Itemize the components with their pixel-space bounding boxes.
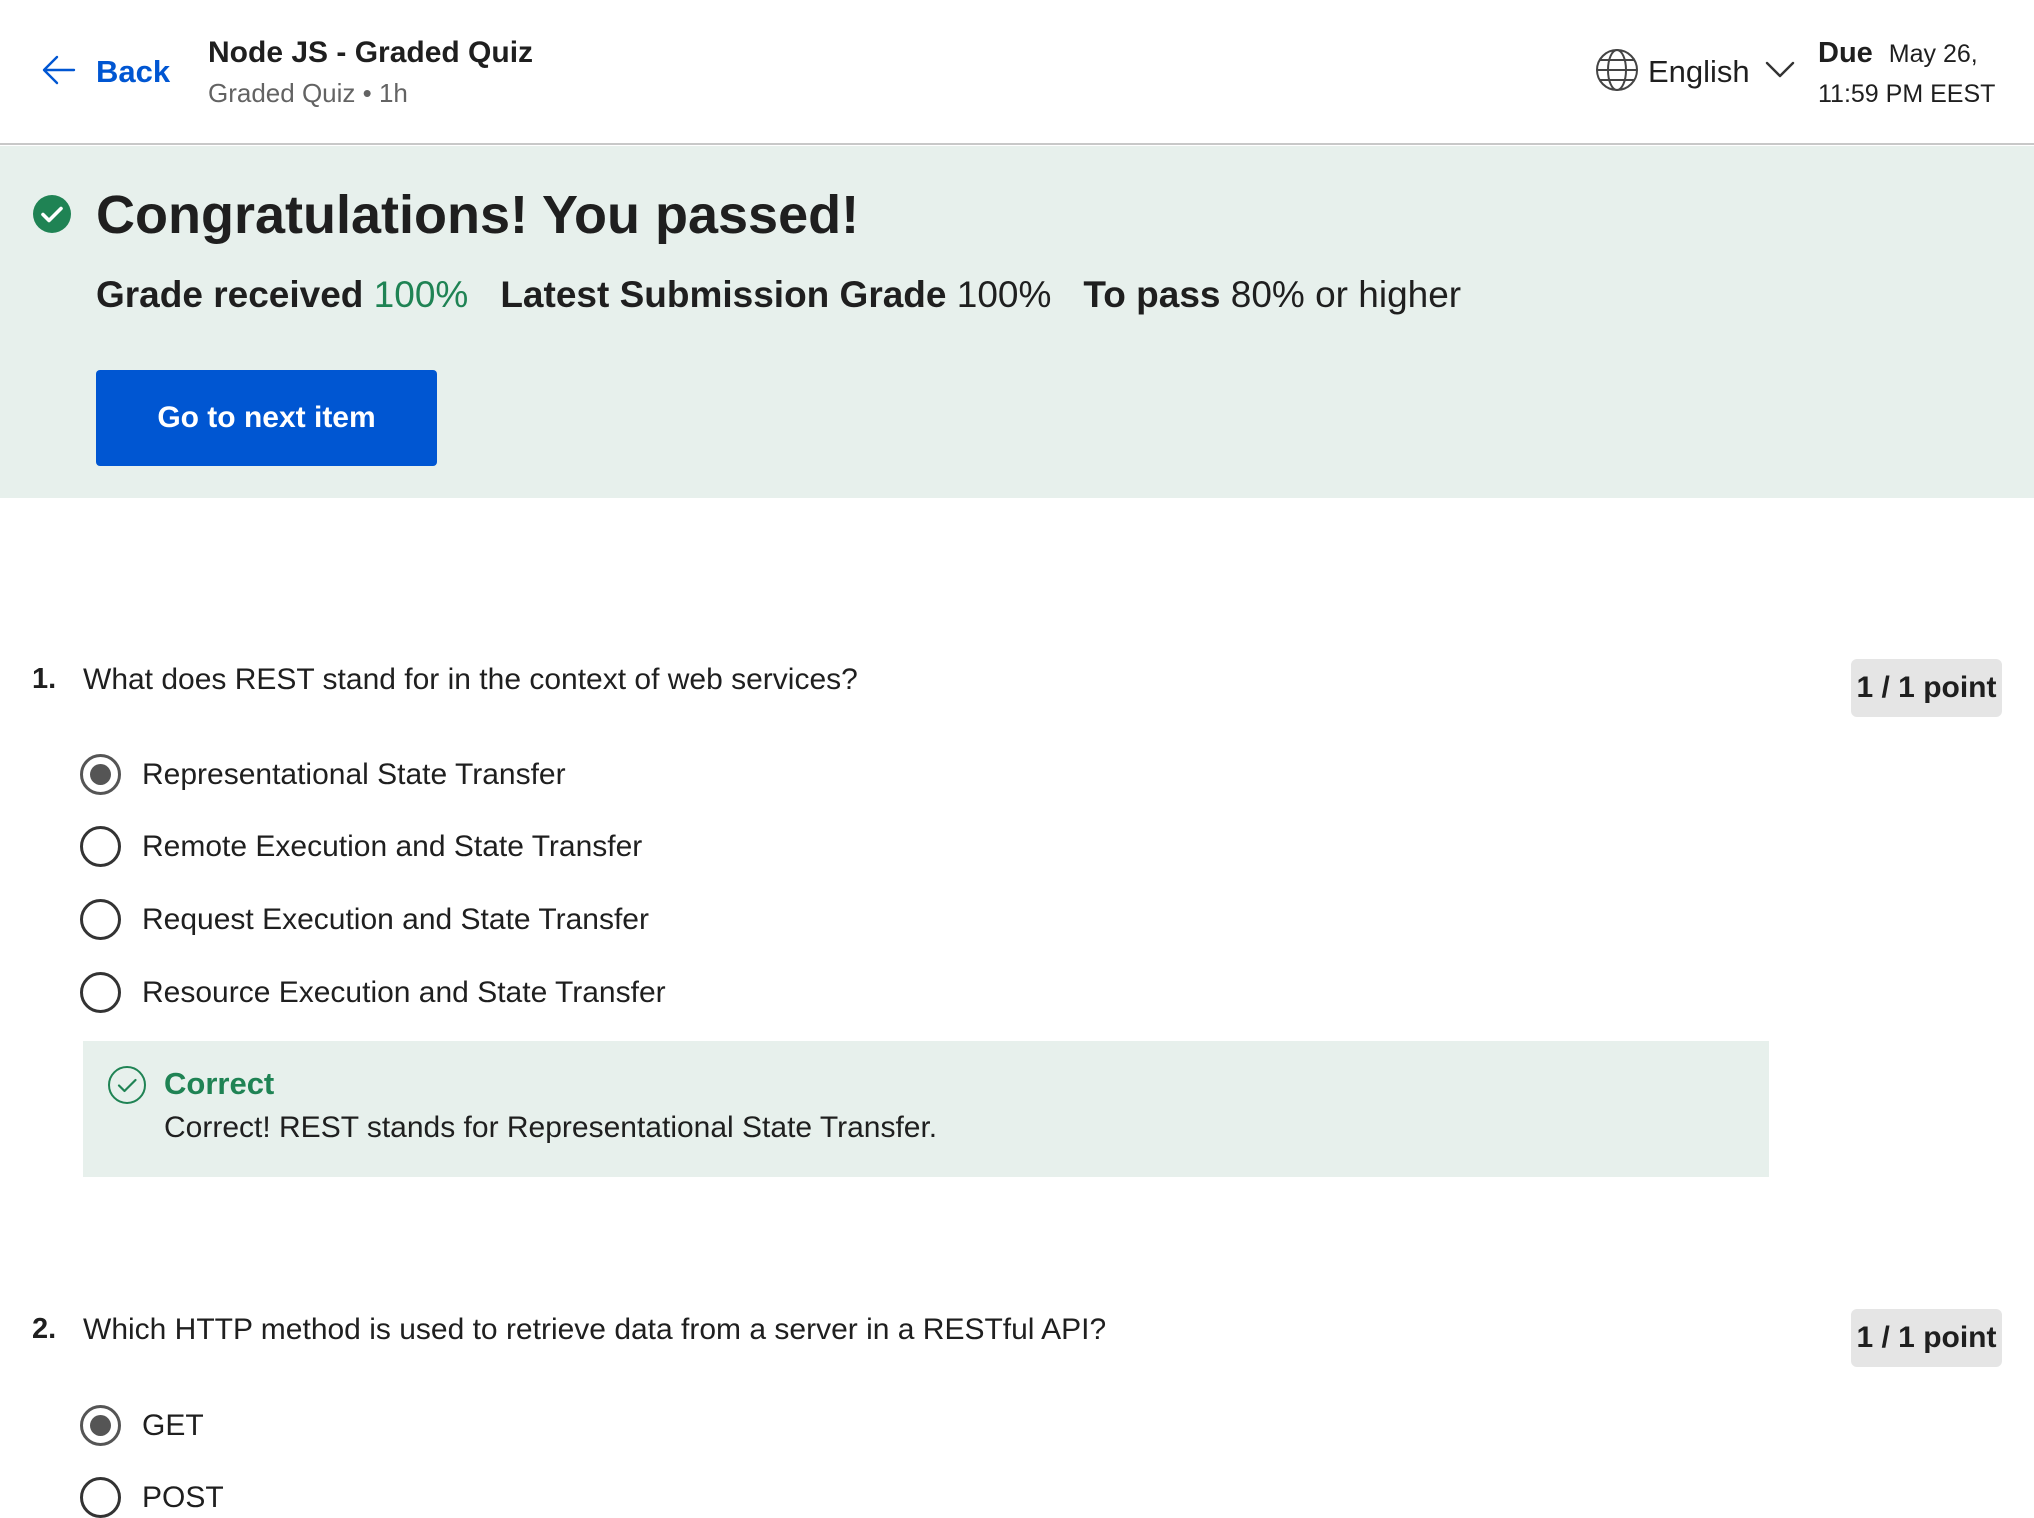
question-2-text: Which HTTP method is used to retrieve da… xyxy=(83,1313,1107,1346)
option-label: Representational State Transfer xyxy=(142,757,566,791)
chevron-down-icon xyxy=(1758,59,1796,86)
due-label: Due xyxy=(1818,37,1873,69)
to-pass: To pass 80% or higher xyxy=(1083,270,1461,320)
question-1-option-1[interactable]: Representational State Transfer xyxy=(80,754,566,795)
option-label: Request Execution and State Transfer xyxy=(142,902,649,936)
feedback-title: Correct xyxy=(164,1066,275,1101)
question-1-feedback: Correct Correct! REST stands for Represe… xyxy=(83,1041,1769,1177)
grade-received-label: Grade received xyxy=(96,274,364,315)
radio-button[interactable] xyxy=(80,972,121,1013)
latest-grade-label: Latest Submission Grade xyxy=(500,274,947,315)
radio-button[interactable] xyxy=(80,826,121,867)
globe-icon xyxy=(1594,47,1640,98)
latest-submission-grade: Latest Submission Grade 100% xyxy=(500,270,1051,320)
question-2-option-1[interactable]: GET xyxy=(80,1405,204,1446)
check-circle-filled-icon xyxy=(32,194,72,234)
question-2-number: 2. xyxy=(32,1313,57,1345)
page-header: Back Node JS - Graded Quiz Graded Quiz •… xyxy=(0,0,2034,145)
quiz-title-block: Node JS - Graded Quiz Graded Quiz • 1h xyxy=(208,34,533,111)
question-1-option-4[interactable]: Resource Execution and State Transfer xyxy=(80,972,666,1013)
feedback-text: Correct! REST stands for Representationa… xyxy=(164,1111,938,1144)
back-label: Back xyxy=(96,54,171,89)
quiz-subtitle: Graded Quiz • 1h xyxy=(208,78,408,108)
question-1-points-badge: 1 / 1 point xyxy=(1851,659,2002,717)
option-label: Remote Execution and State Transfer xyxy=(142,829,643,863)
language-label: English xyxy=(1648,54,1750,89)
grade-received-value: 100% xyxy=(373,274,469,315)
option-label: GET xyxy=(142,1408,204,1442)
radio-button[interactable] xyxy=(80,899,121,940)
pass-title: Congratulations! You passed! xyxy=(96,185,860,245)
due-date: May 26, xyxy=(1888,40,1978,68)
question-1-option-3[interactable]: Request Execution and State Transfer xyxy=(80,899,649,940)
radio-button[interactable] xyxy=(80,1405,121,1446)
back-button[interactable]: Back xyxy=(40,52,170,92)
to-pass-value: 80% or higher xyxy=(1230,274,1462,315)
radio-button[interactable] xyxy=(80,754,121,795)
grades-summary: Grade received 100% Latest Submission Gr… xyxy=(96,270,1461,320)
question-1-number: 1. xyxy=(32,663,57,695)
question-1-option-2[interactable]: Remote Execution and State Transfer xyxy=(80,826,642,867)
question-2-points-badge: 1 / 1 point xyxy=(1851,1309,2002,1367)
due-date-block: Due May 26, 11:59 PM EEST xyxy=(1818,33,1995,114)
question-1-text: What does REST stand for in the context … xyxy=(83,663,858,696)
check-circle-outline-icon xyxy=(107,1065,147,1105)
option-label: Resource Execution and State Transfer xyxy=(142,975,666,1009)
option-label: POST xyxy=(142,1480,224,1514)
go-to-next-item-button[interactable]: Go to next item xyxy=(96,370,437,466)
grade-received: Grade received 100% xyxy=(96,270,468,320)
arrow-left-icon xyxy=(40,51,78,94)
quiz-title: Node JS - Graded Quiz xyxy=(208,36,534,69)
due-time: 11:59 PM EEST xyxy=(1818,80,1996,108)
language-selector[interactable]: English xyxy=(1594,48,1796,96)
to-pass-label: To pass xyxy=(1083,274,1221,315)
latest-grade-value: 100% xyxy=(956,274,1052,315)
